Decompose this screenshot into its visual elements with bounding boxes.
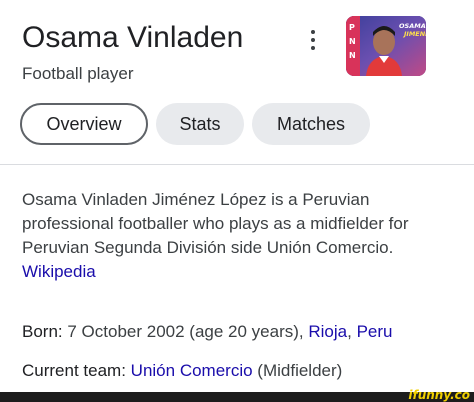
divider [0, 164, 474, 165]
thumbnail-caption: JIMENEZ [402, 30, 426, 38]
birthplace-country-link[interactable]: Peru [357, 322, 393, 341]
thumbnail-caption: OSAMA VINLA [399, 22, 426, 30]
tab-matches[interactable]: Matches [252, 103, 370, 145]
page-subtitle: Football player [22, 64, 134, 83]
wikipedia-link[interactable]: Wikipedia [22, 260, 462, 284]
description-line: Osama Vinladen Jiménez López is a Peruvi… [22, 190, 370, 209]
current-team-link[interactable]: Unión Comercio [131, 361, 253, 380]
svg-text:N: N [349, 51, 356, 60]
more-options-icon[interactable] [305, 28, 321, 52]
born-value: 7 October 2002 (age 20 years), [67, 322, 304, 341]
description-line: Peruvian Segunda División side Unión Com… [22, 238, 394, 257]
current-team-fact: Current team: Unión Comercio (Midfielder… [22, 359, 342, 383]
player-thumbnail[interactable]: P N N OSAMA VINLA JIMENEZ [346, 16, 426, 76]
current-team-label: Current team: [22, 361, 126, 380]
birthplace-city-link[interactable]: Rioja [308, 322, 347, 341]
svg-text:P: P [349, 23, 355, 32]
description-line: professional footballer who plays as a m… [22, 214, 409, 233]
dot [311, 30, 315, 34]
tab-overview[interactable]: Overview [20, 103, 148, 145]
birthplace-separator: , [347, 322, 352, 341]
tab-stats[interactable]: Stats [156, 103, 244, 145]
svg-text:N: N [349, 37, 356, 46]
tab-bar: Overview Stats Matches [20, 103, 370, 147]
dot [311, 38, 315, 42]
dot [311, 46, 315, 50]
watermark: ifunny.co [408, 388, 470, 402]
page-title: Osama Vinladen [22, 21, 244, 54]
current-team-role: (Midfielder) [257, 361, 343, 380]
player-photo-image: P N N OSAMA VINLA JIMENEZ [346, 16, 426, 76]
description: Osama Vinladen Jiménez López is a Peruvi… [22, 188, 462, 284]
born-label: Born: [22, 322, 63, 341]
born-fact: Born: 7 October 2002 (age 20 years), Rio… [22, 320, 393, 344]
watermark-bar [0, 392, 474, 402]
